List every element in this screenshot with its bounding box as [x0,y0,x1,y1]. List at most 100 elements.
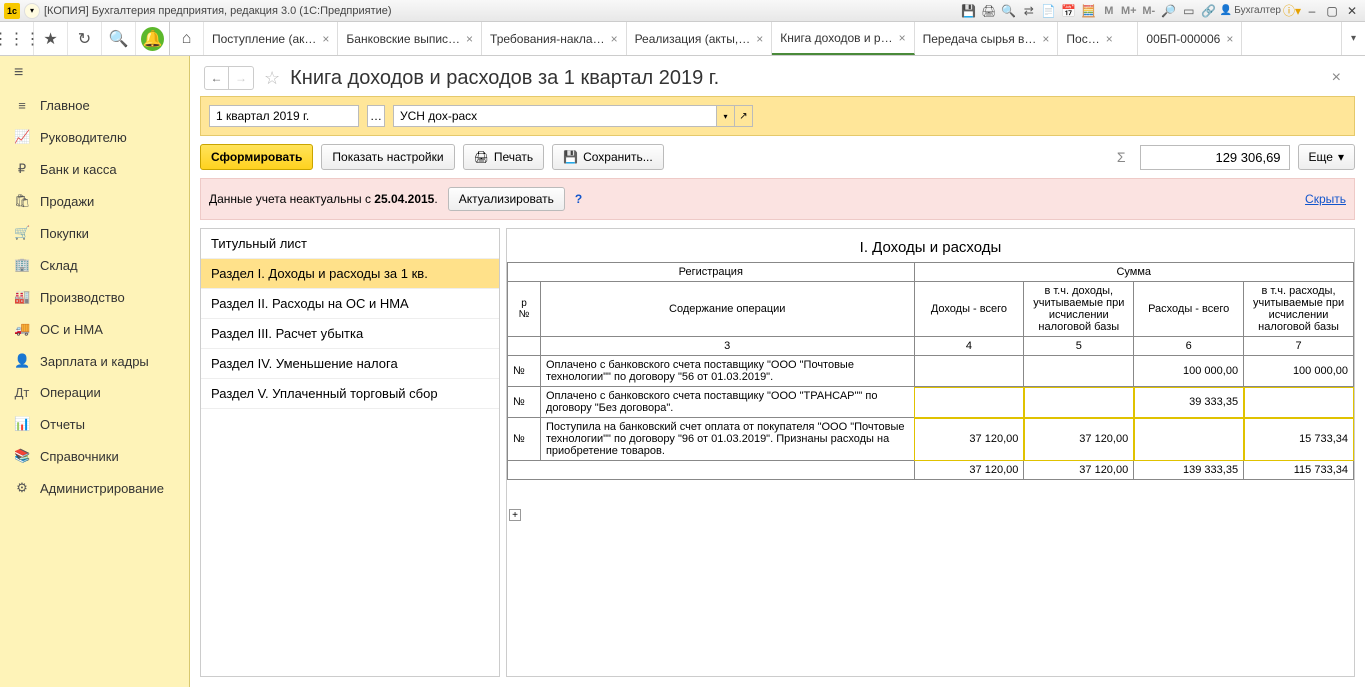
close-icon[interactable]: × [756,32,763,46]
sidebar-toggle[interactable]: ≡ [0,56,189,90]
history-icon[interactable]: ↻ [68,22,102,55]
sidebar-icon: 🚚 [14,321,30,337]
report-area[interactable]: + I. Доходы и расходы Регистрация Сумма … [506,228,1355,677]
calc-icon[interactable]: 🧮 [1080,2,1098,20]
table-row[interactable]: №Оплачено с банковского счета поставщику… [508,356,1354,387]
close-tab-button[interactable]: × [1332,69,1351,87]
memory-mminus[interactable]: M- [1140,2,1158,20]
tab[interactable]: Банковские выпис…× [338,22,482,55]
section-item[interactable]: Раздел V. Уплаченный торговый сбор [201,379,499,409]
chevron-down-icon[interactable]: ▾ [717,105,735,127]
printer-icon: 🖨 [474,150,489,164]
expand-handle-icon[interactable]: + [509,509,521,521]
sidebar-item[interactable]: 📈Руководителю [0,121,189,153]
tab[interactable]: Поступление (ак…× [204,22,338,55]
memory-mplus[interactable]: M+ [1120,2,1138,20]
cell-inc_tax: 37 120,00 [1024,418,1134,461]
disk-icon: 💾 [563,150,578,164]
link-icon[interactable]: 🔗 [1200,2,1218,20]
section-item[interactable]: Раздел II. Расходы на ОС и НМА [201,289,499,319]
sidebar-item[interactable]: 📊Отчеты [0,408,189,440]
sidebar-label: Руководителю [40,130,127,145]
close-icon[interactable]: × [1042,32,1049,46]
sidebar-item[interactable]: 🛒Покупки [0,217,189,249]
th-registration: Регистрация [508,263,915,282]
tab[interactable]: Требования-накла…× [482,22,627,55]
period-picker-button[interactable]: … [367,105,385,127]
sidebar-item[interactable]: 👤Зарплата и кадры [0,345,189,377]
section-item[interactable]: Раздел III. Расчет убытка [201,319,499,349]
doc-icon[interactable]: 📄 [1040,2,1058,20]
close-icon[interactable]: × [1226,32,1233,46]
memory-m[interactable]: M [1100,2,1118,20]
tab[interactable]: Реализация (акты,…× [627,22,773,55]
close-icon[interactable]: × [466,32,473,46]
panel-icon[interactable]: ▭ [1180,2,1198,20]
sidebar-icon: 🛒 [14,225,30,241]
section-item[interactable]: Раздел I. Доходы и расходы за 1 кв. [201,259,499,289]
open-external-icon[interactable]: ↗ [735,105,753,127]
actualize-button[interactable]: Актуализировать [448,187,565,211]
more-button[interactable]: Еще ▾ [1298,144,1355,170]
window-title: [КОПИЯ] Бухгалтерия предприятия, редакци… [44,5,392,17]
table-row[interactable]: №Оплачено с банковского счета поставщику… [508,387,1354,418]
tab[interactable]: Передача сырья в… × [915,22,1059,55]
close-icon[interactable]: × [611,32,618,46]
titlebar: 1c ▾ [КОПИЯ] Бухгалтерия предприятия, ре… [0,0,1365,22]
cell-desc: Оплачено с банковского счета поставщику … [540,387,914,418]
form-button[interactable]: Сформировать [200,144,313,170]
preview-icon[interactable]: 🔍 [1000,2,1018,20]
save-icon[interactable]: 💾 [960,2,978,20]
app-menu-dropdown[interactable]: ▾ [24,3,40,19]
nav-back-button[interactable]: ← [205,67,229,89]
tab[interactable]: Книга доходов и р…× [772,22,914,55]
compare-icon[interactable]: ⇄ [1020,2,1038,20]
print-button[interactable]: 🖨Печать [463,144,545,170]
apps-icon[interactable]: ⋮⋮⋮ [0,22,34,55]
favorite-icon[interactable]: ★ [34,22,68,55]
nav-forward-button[interactable]: → [229,67,253,89]
sidebar-item[interactable]: 📚Справочники [0,440,189,472]
show-settings-button[interactable]: Показать настройки [321,144,454,170]
section-item[interactable]: Раздел IV. Уменьшение налога [201,349,499,379]
sidebar-item[interactable]: 🏢Склад [0,249,189,281]
minimize-button[interactable]: – [1303,3,1321,19]
tab-overflow-button[interactable]: ▾ [1341,22,1365,55]
tab-label: Передача сырья в… [923,32,1037,46]
sidebar-item[interactable]: 🛍Продажи [0,185,189,217]
sidebar-icon: 📊 [14,416,30,432]
close-icon[interactable]: × [899,31,906,45]
favorite-star-icon[interactable]: ☆ [264,68,280,89]
close-icon[interactable]: × [322,32,329,46]
maximize-button[interactable]: ▢ [1323,3,1341,19]
sidebar-item[interactable]: 🚚ОС и НМА [0,313,189,345]
th-desc: Содержание операции [540,282,914,337]
sidebar-item[interactable]: ДтОперации [0,377,189,408]
current-user[interactable]: 👤 Бухгалтер [1220,5,1281,16]
sidebar-item[interactable]: ₽Банк и касса [0,153,189,185]
calendar-icon[interactable]: 📅 [1060,2,1078,20]
help-icon[interactable]: ? [575,192,582,206]
sidebar-icon: 🏭 [14,289,30,305]
sidebar-item[interactable]: ≡Главное [0,90,189,121]
hide-warning-link[interactable]: Скрыть [1305,192,1346,206]
period-input[interactable] [209,105,359,127]
search-icon[interactable]: 🔍 [102,22,136,55]
sidebar-icon: ₽ [14,161,30,177]
sidebar-item[interactable]: 🏭Производство [0,281,189,313]
info-icon[interactable]: ⓘ▾ [1283,2,1301,20]
notifications-button[interactable]: 🔔 [136,22,170,55]
print-icon[interactable]: 🖨 [980,2,998,20]
mode-select[interactable]: УСН дох-расх ▾ ↗ [393,105,753,127]
close-window-button[interactable]: ✕ [1343,3,1361,19]
section-item[interactable]: Титульный лист [201,229,499,259]
table-row[interactable]: №Поступила на банковский счет оплата от … [508,418,1354,461]
tab[interactable]: Пос…× [1058,22,1138,55]
save-button[interactable]: 💾Сохранить... [552,144,664,170]
close-icon[interactable]: × [1106,32,1113,46]
sidebar-item[interactable]: ⚙Администрирование [0,472,189,504]
mode-select-value: УСН дох-расх [393,105,717,127]
home-icon[interactable]: ⌂ [170,22,204,55]
zoom-icon[interactable]: 🔎 [1160,2,1178,20]
tab[interactable]: 00БП-000006× [1138,22,1242,55]
